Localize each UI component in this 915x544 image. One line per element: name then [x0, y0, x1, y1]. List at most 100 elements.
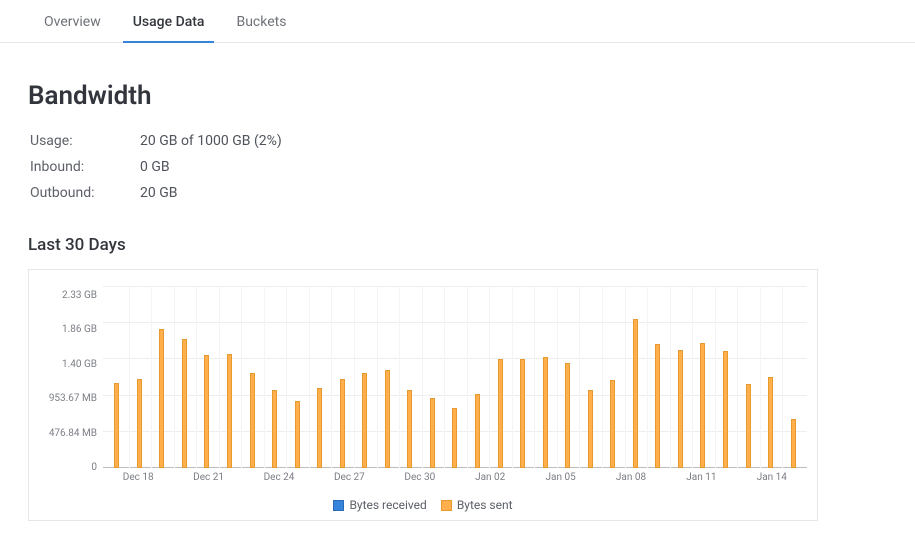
- stat-outbound-value: 20 GB: [140, 185, 177, 201]
- bar-slot: [715, 286, 736, 468]
- bar-bytes-sent: [250, 373, 255, 468]
- stat-usage-label: Usage:: [30, 133, 140, 149]
- square-icon: [333, 500, 344, 511]
- y-tick: 1.86 GB: [62, 325, 97, 335]
- bar-bytes-sent: [182, 339, 187, 468]
- y-tick: 2.33 GB: [62, 291, 97, 301]
- bar-slot: [129, 286, 150, 468]
- bar-slot: [625, 286, 646, 468]
- bar-slot: [174, 286, 195, 468]
- x-tick: Jan 08: [616, 472, 646, 483]
- tab-usage-data[interactable]: Usage Data: [117, 4, 221, 42]
- bar-bytes-sent: [565, 363, 570, 468]
- bar-bytes-sent: [159, 329, 164, 468]
- bar-slot: [579, 286, 600, 468]
- bar-slot: [219, 286, 240, 468]
- bar-slot: [737, 286, 758, 468]
- bar-slot: [151, 286, 172, 468]
- stat-inbound-label: Inbound:: [30, 159, 140, 175]
- bar-bytes-sent: [385, 370, 390, 468]
- bar-slot: [399, 286, 420, 468]
- bar-slot: [107, 286, 127, 468]
- x-tick: Dec 30: [404, 472, 435, 483]
- bar-bytes-sent: [137, 379, 142, 468]
- bar-bytes-sent: [768, 377, 773, 468]
- bar-slot: [512, 286, 533, 468]
- bar-bytes-sent: [498, 359, 503, 468]
- y-tick: 0: [91, 463, 97, 473]
- bar-bytes-sent: [746, 384, 751, 468]
- tab-overview[interactable]: Overview: [28, 4, 117, 42]
- bar-slot: [647, 286, 668, 468]
- stat-usage: Usage: 20 GB of 1000 GB (2%): [30, 133, 887, 149]
- square-icon: [441, 500, 452, 511]
- bar-slot: [444, 286, 465, 468]
- bar-bytes-sent: [588, 390, 593, 468]
- bar-slot: [377, 286, 398, 468]
- y-tick: 953.67 MB: [49, 394, 97, 404]
- bar-slot: [196, 286, 217, 468]
- bar-bytes-sent: [227, 354, 232, 468]
- x-tick: Jan 02: [475, 472, 505, 483]
- bar-bytes-sent: [475, 394, 480, 468]
- bar-bytes-sent: [317, 388, 322, 468]
- stat-outbound: Outbound: 20 GB: [30, 185, 887, 201]
- legend-label: Bytes received: [349, 498, 426, 512]
- bar-slot: [264, 286, 285, 468]
- bar-bytes-sent: [610, 380, 615, 468]
- page-title: Bandwidth: [28, 81, 887, 111]
- x-tick: Jan 05: [545, 472, 575, 483]
- bar-slot: [467, 286, 488, 468]
- bar-bytes-sent: [204, 355, 209, 468]
- bar-slot: [331, 286, 352, 468]
- chart-legend: Bytes received Bytes sent: [39, 498, 807, 512]
- bar-bytes-sent: [272, 390, 277, 468]
- bar-bytes-sent: [340, 379, 345, 468]
- bar-slot: [241, 286, 262, 468]
- bar-slot: [782, 286, 803, 468]
- legend-bytes-sent: Bytes sent: [441, 498, 513, 512]
- bar-bytes-sent: [295, 401, 300, 468]
- last-30-days-title: Last 30 Days: [28, 235, 887, 255]
- x-tick: Jan 14: [757, 472, 787, 483]
- bar-slot: [354, 286, 375, 468]
- bar-slot: [489, 286, 510, 468]
- bar-bytes-sent: [655, 344, 660, 468]
- x-tick: Dec 27: [334, 472, 365, 483]
- bar-slot: [670, 286, 691, 468]
- stat-outbound-label: Outbound:: [30, 185, 140, 201]
- x-tick: Dec 24: [264, 472, 295, 483]
- x-tick: Jan 11: [686, 472, 716, 483]
- bar-bytes-sent: [723, 351, 728, 468]
- bar-bytes-sent: [678, 350, 683, 468]
- tabs: Overview Usage Data Buckets: [0, 0, 915, 43]
- bandwidth-stats: Usage: 20 GB of 1000 GB (2%) Inbound: 0 …: [30, 133, 887, 201]
- chart-plot: [103, 286, 807, 468]
- bar-bytes-sent: [543, 357, 548, 468]
- legend-label: Bytes sent: [457, 498, 513, 512]
- bar-bytes-sent: [407, 390, 412, 468]
- stat-inbound: Inbound: 0 GB: [30, 159, 887, 175]
- bar-slot: [309, 286, 330, 468]
- bar-slot: [760, 286, 781, 468]
- bar-bytes-sent: [633, 319, 638, 468]
- y-tick: 476.84 MB: [49, 429, 97, 439]
- chart-y-axis: 2.33 GB1.86 GB1.40 GB953.67 MB476.84 MB0: [39, 286, 103, 468]
- legend-bytes-received: Bytes received: [333, 498, 426, 512]
- bar-bytes-sent: [452, 408, 457, 468]
- bar-slot: [692, 286, 713, 468]
- y-tick: 1.40 GB: [62, 360, 97, 370]
- bar-bytes-sent: [114, 383, 119, 468]
- stat-usage-value: 20 GB of 1000 GB (2%): [140, 133, 282, 149]
- x-tick: Dec 18: [123, 472, 154, 483]
- bandwidth-chart: 2.33 GB 1.86 GB 1.40 GB 953.67 MB 476.84 MB 0…: [28, 269, 818, 521]
- bar-slot: [602, 286, 623, 468]
- bar-bytes-sent: [430, 398, 435, 468]
- bar-bytes-sent: [700, 343, 705, 468]
- bar-slot: [286, 286, 307, 468]
- tab-buckets[interactable]: Buckets: [220, 4, 302, 42]
- bar-bytes-sent: [362, 373, 367, 468]
- bar-slot: [534, 286, 555, 468]
- bar-bytes-sent: [791, 419, 796, 468]
- bar-bytes-sent: [520, 359, 525, 468]
